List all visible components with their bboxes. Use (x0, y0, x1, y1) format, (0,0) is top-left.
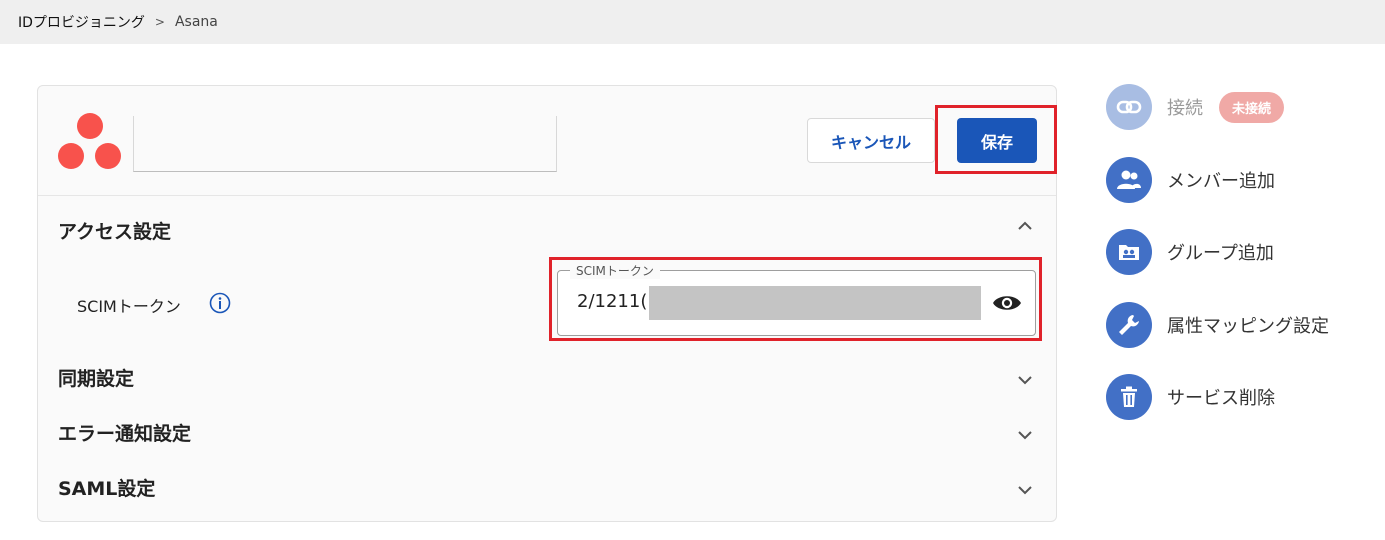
chevron-up-icon[interactable] (1016, 217, 1034, 235)
sidebar-item-delete-service[interactable]: サービス削除 (1106, 374, 1275, 420)
scim-token-value[interactable]: 2/1211( (577, 291, 647, 312)
sidebar-item-label: メンバー追加 (1167, 171, 1275, 192)
breadcrumb-root-link[interactable]: IDプロビジョニング (18, 12, 145, 32)
section-title-access[interactable]: アクセス設定 (58, 217, 171, 244)
chevron-down-icon[interactable] (1016, 481, 1034, 499)
breadcrumb: IDプロビジョニング > Asana (0, 0, 1385, 44)
trash-icon (1106, 374, 1152, 420)
breadcrumb-separator: > (154, 15, 165, 29)
sidebar-item-add-member[interactable]: メンバー追加 (1106, 157, 1275, 203)
scim-token-field-label: SCIMトークン (570, 262, 660, 279)
breadcrumb-current: Asana (174, 14, 218, 30)
scim-token-field[interactable]: SCIMトークン 2/1211( (557, 262, 1036, 336)
chevron-down-icon[interactable] (1016, 426, 1034, 444)
sidebar-item-connection[interactable]: 接続 未接続 (1106, 84, 1285, 130)
sidebar-item-add-group[interactable]: グループ追加 (1106, 229, 1274, 275)
section-title-error-notify[interactable]: エラー通知設定 (58, 419, 191, 446)
link-icon (1106, 84, 1152, 130)
provisioning-card: キャンセル 保存 アクセス設定 SCIMトークン SCIMトークン 2/1211… (37, 85, 1057, 522)
eye-icon[interactable] (992, 290, 1022, 316)
users-icon (1106, 157, 1152, 203)
section-title-sync[interactable]: 同期設定 (58, 364, 134, 391)
sidebar-item-label: グループ追加 (1167, 243, 1274, 264)
service-name-input[interactable] (133, 116, 557, 172)
status-badge: 未接続 (1219, 91, 1285, 123)
save-button[interactable]: 保存 (957, 118, 1037, 163)
info-icon[interactable] (209, 292, 231, 314)
chevron-down-icon[interactable] (1016, 371, 1034, 389)
sidebar-item-label: サービス削除 (1167, 388, 1275, 409)
section-title-saml[interactable]: SAML設定 (58, 474, 155, 501)
group-folder-icon (1106, 229, 1152, 275)
cancel-button[interactable]: キャンセル (807, 118, 935, 163)
sidebar-item-attr-mapping[interactable]: 属性マッピング設定 (1106, 302, 1329, 348)
sidebar-item-label: 属性マッピング設定 (1167, 316, 1329, 337)
asana-logo-icon (58, 113, 121, 169)
wrench-icon (1106, 302, 1152, 348)
card-header: キャンセル 保存 (38, 86, 1057, 196)
scim-token-label: SCIMトークン (77, 297, 181, 316)
token-redaction-mask (649, 286, 981, 320)
sidebar-item-label: 接続 (1167, 98, 1203, 119)
